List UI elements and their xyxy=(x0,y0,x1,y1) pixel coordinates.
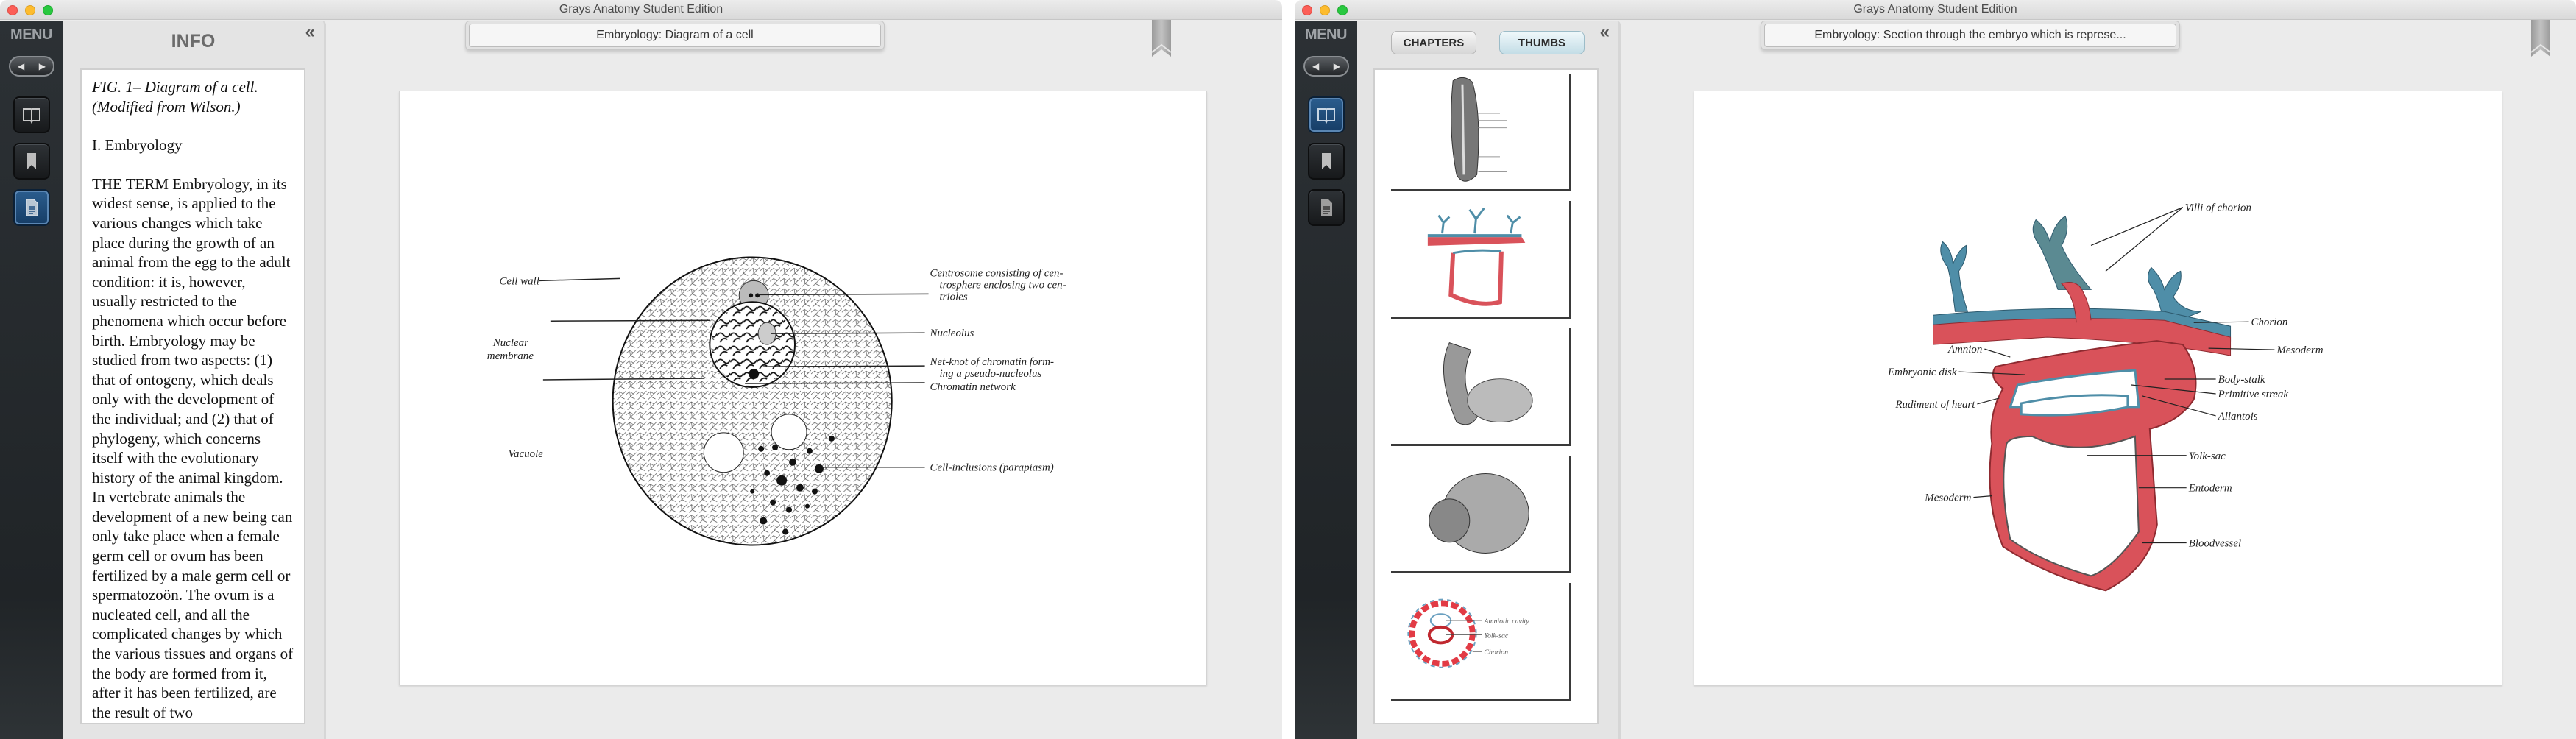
next-page-button[interactable]: ▶ xyxy=(1334,61,1340,71)
label-rudiment-heart: Rudiment of heart xyxy=(1894,399,1975,411)
label-inclusions: Cell-inclusions (parapiasm) xyxy=(930,462,1054,474)
chorion-thumbnail: Amniotic cavity Yolk-sac Chorion xyxy=(1407,598,1529,668)
label-chorion: Chorion xyxy=(2251,317,2287,328)
embryo-section-diagram: Villi of chorion Chorion Mesoderm Amnion… xyxy=(1887,202,2324,592)
info-panel: INFO « FIG. 1– Diagram of a cell. (Modifi… xyxy=(63,21,326,739)
bookmarks-button[interactable] xyxy=(13,143,50,180)
document-icon xyxy=(1321,199,1332,216)
label-nucleolus: Nucleolus xyxy=(930,328,974,339)
label-body-stalk: Body-stalk xyxy=(2218,374,2265,386)
label-centrosome-2: trosphere enclosing two cen- xyxy=(940,279,1066,291)
label-allantois: Allantois xyxy=(2218,411,2258,422)
label-embryonic-disk: Embryonic disk xyxy=(1887,367,1957,378)
label-bloodvessel: Bloodvessel xyxy=(2189,537,2241,549)
bookmark-icon xyxy=(1322,153,1331,169)
embryo-lateral-thumbnail xyxy=(1429,473,1529,554)
info-text-scroll[interactable]: FIG. 1– Diagram of a cell. (Modified from… xyxy=(80,68,305,724)
body-text: THE TERM Embryology, in its widest sense… xyxy=(92,174,294,721)
page-view[interactable]: Villi of chorion Chorion Mesoderm Amnion… xyxy=(1694,91,2502,685)
bookmark-icon xyxy=(27,153,36,169)
bookmarks-button[interactable] xyxy=(1308,143,1345,180)
menu-label: MENU xyxy=(1305,26,1347,43)
label-centrosome-1: Centrosome consisting of cen- xyxy=(930,267,1064,279)
label-nuclear-2: membrane xyxy=(487,350,534,362)
document-icon xyxy=(26,199,38,216)
page-title: Embryology: Section through the embryo w… xyxy=(1764,24,2176,47)
label-villi: Villi of chorion xyxy=(2185,202,2251,214)
label-netknot-1: Net-knot of chromatin form- xyxy=(930,356,1054,368)
thumbnail-item[interactable]: Amniotic cavity Yolk-sac Chorion xyxy=(1391,583,1571,701)
label-nuclear-1: Nuclear xyxy=(492,337,528,349)
thumbnail-item[interactable] xyxy=(1391,328,1571,446)
page-title-field: Embryology: Section through the embryo w… xyxy=(1761,21,2180,50)
window-title: Grays Anatomy Student Edition xyxy=(1853,3,2017,15)
label-mesoderm-bottom: Mesoderm xyxy=(1924,492,1971,504)
app-window-left: Grays Anatomy Student Edition MENU ◀ ▶ I… xyxy=(0,0,1282,739)
thumbnail-item[interactable] xyxy=(1391,201,1571,319)
page-title: Embryology: Diagram of a cell xyxy=(469,24,881,47)
thumbnail-list[interactable]: Amniotic cavity Yolk-sac Chorion xyxy=(1373,68,1599,724)
page-title-field: Embryology: Diagram of a cell xyxy=(465,21,885,50)
label-centrosome-3: trioles xyxy=(940,291,968,303)
chapters-button[interactable] xyxy=(1308,96,1345,133)
title-bar[interactable]: Grays Anatomy Student Edition xyxy=(1295,0,2576,20)
label-primitive-streak: Primitive streak xyxy=(2218,389,2289,400)
thumb-label-amniotic: Amniotic cavity xyxy=(1483,618,1529,626)
book-icon xyxy=(23,108,40,124)
embryo-dorsal-thumbnail xyxy=(1451,77,1507,182)
embryo-section-thumbnail xyxy=(1427,207,1526,306)
chapters-button[interactable] xyxy=(13,96,50,133)
label-entoderm: Entoderm xyxy=(2188,483,2232,495)
figure-caption-line1: FIG. 1– Diagram of a cell. xyxy=(92,78,258,96)
app-window-right: Grays Anatomy Student Edition MENU ◀ ▶ C… xyxy=(1295,0,2576,739)
page-navigation-control: ◀ ▶ xyxy=(9,56,54,77)
next-page-button[interactable]: ▶ xyxy=(39,61,46,71)
figure-caption-line2: (Modified from Wilson.) xyxy=(92,97,241,116)
info-panel-title: INFO xyxy=(171,31,216,52)
label-amnion: Amnion xyxy=(1947,344,1983,356)
collapse-panel-button[interactable]: « xyxy=(305,22,315,43)
thumb-label-yolksac: Yolk-sac xyxy=(1484,632,1508,640)
label-netknot-2: ing a pseudo-nucleolus xyxy=(940,368,1042,380)
net-knot xyxy=(749,369,760,380)
label-mesoderm-top: Mesoderm xyxy=(2276,344,2323,356)
previous-page-button[interactable]: ◀ xyxy=(1312,61,1319,71)
info-button[interactable] xyxy=(1308,189,1345,226)
vacuole-right xyxy=(771,414,807,450)
label-cell-wall: Cell wall xyxy=(499,275,539,287)
info-button[interactable] xyxy=(13,189,50,226)
embryo-yolksac-thumbnail xyxy=(1443,342,1533,425)
tab-thumbs[interactable]: THUMBS xyxy=(1499,31,1585,54)
thumbnails-panel: CHAPTERS THUMBS « Amniotic cavity Yolk-s… xyxy=(1357,21,1621,739)
label-vacuole: Vacuole xyxy=(509,448,544,460)
label-yolk-sac: Yolk-sac xyxy=(2189,450,2226,462)
vacuole-left xyxy=(703,432,744,473)
thumbnail-item[interactable] xyxy=(1391,74,1571,191)
cell-diagram: Cell wall Nuclear membrane Vacuole Centr… xyxy=(487,256,1066,546)
previous-page-button[interactable]: ◀ xyxy=(18,61,24,71)
label-chromatin: Chromatin network xyxy=(930,381,1016,393)
menu-label: MENU xyxy=(10,26,52,43)
book-icon xyxy=(1317,108,1335,124)
page-navigation-control: ◀ ▶ xyxy=(1303,56,1349,77)
page-view[interactable]: Cell wall Nuclear membrane Vacuole Centr… xyxy=(399,91,1207,685)
menu-sidebar: MENU ◀ ▶ xyxy=(0,21,63,739)
thumbnail-item[interactable] xyxy=(1391,456,1571,573)
collapse-panel-button[interactable]: « xyxy=(1600,22,1610,43)
tab-chapters[interactable]: CHAPTERS xyxy=(1391,31,1476,54)
menu-sidebar: MENU ◀ ▶ xyxy=(1295,21,1357,739)
bookmark-ribbon-icon[interactable] xyxy=(2530,20,2552,58)
bookmark-ribbon-icon[interactable] xyxy=(1150,20,1172,58)
window-title: Grays Anatomy Student Edition xyxy=(559,3,723,15)
title-bar[interactable]: Grays Anatomy Student Edition xyxy=(0,0,1282,20)
section-heading: I. Embryology xyxy=(92,136,183,155)
thumb-label-chorion: Chorion xyxy=(1484,648,1508,657)
